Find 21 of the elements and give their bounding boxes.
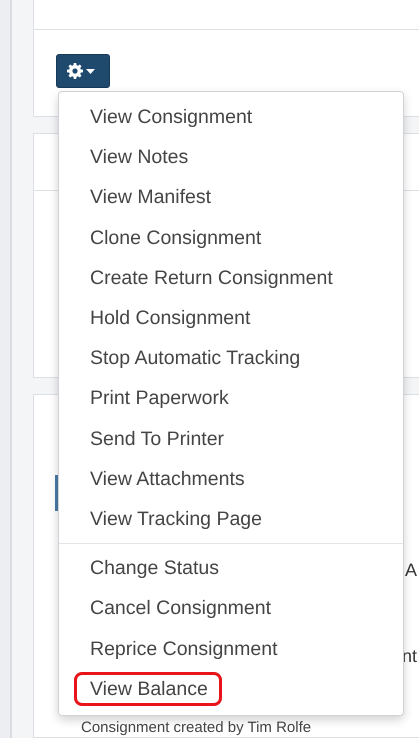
menu-item[interactable]: View Attachments: [90, 464, 245, 494]
menu-item[interactable]: View Consignment: [90, 102, 252, 132]
menu-item[interactable]: Change Status: [90, 553, 220, 584]
settings-dropdown-button[interactable]: [56, 54, 110, 88]
menu-item[interactable]: View Notes: [90, 142, 188, 172]
menu-item[interactable]: Hold Consignment: [90, 303, 250, 334]
table-cell: A: [404, 559, 417, 581]
settings-icon: [67, 63, 83, 79]
menu-item[interactable]: Print Paperwork: [90, 383, 229, 414]
menu-item[interactable]: Clone Consignment: [90, 222, 262, 253]
menu-item[interactable]: Reprice Consignment: [90, 634, 278, 664]
caret-icon: [86, 68, 95, 74]
menu-item[interactable]: Stop Automatic Tracking: [90, 343, 300, 374]
log-entry: Consignment created by Tim Rolfe: [81, 720, 312, 735]
menu-item[interactable]: View Balance: [74, 672, 222, 706]
menu-item[interactable]: Create Return Consignment: [90, 262, 333, 293]
accent-bar: [55, 475, 58, 511]
menu-item[interactable]: Cancel Consignment: [90, 593, 272, 624]
menu-item[interactable]: Send To Printer: [90, 424, 224, 454]
menu-item[interactable]: View Tracking Page: [90, 504, 262, 534]
menu-item[interactable]: View Manifest: [90, 182, 212, 212]
